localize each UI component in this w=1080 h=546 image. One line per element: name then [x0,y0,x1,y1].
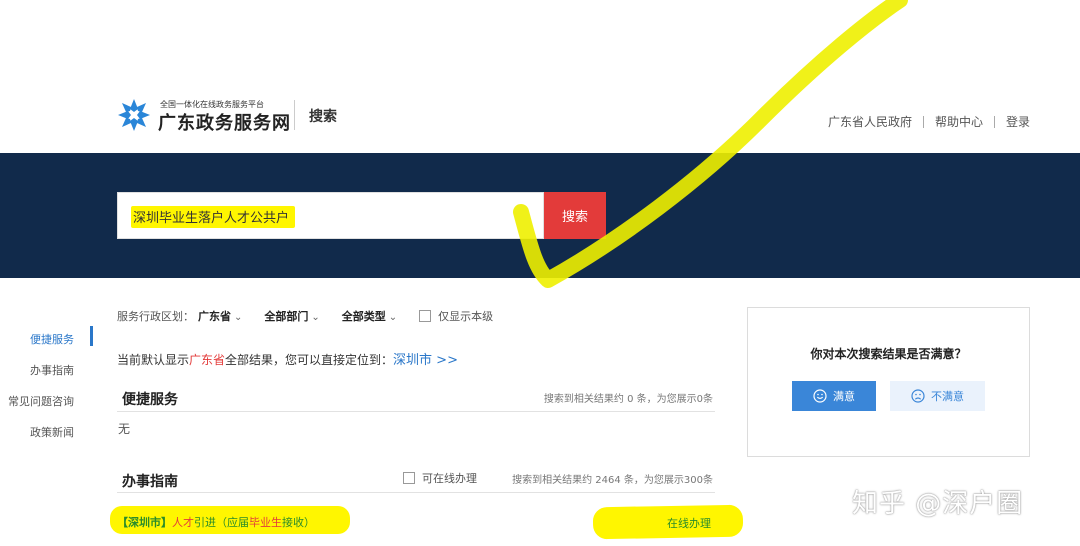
dept-value: 全部部门 [264,310,309,323]
frown-icon [911,389,925,403]
smile-icon [813,389,827,403]
link-login[interactable]: 登录 [1006,113,1030,130]
chevron-down-icon: ⌄ [234,312,243,323]
section-divider [117,411,715,412]
result-middle: 引进（应届 [194,516,249,529]
online-apply-link[interactable]: 在线办理 [667,515,711,531]
location-notice: 当前默认显示广东省全部结果，您可以直接定位到：深圳市 >> [117,349,458,368]
quick-service-title: 便捷服务 [122,392,178,408]
notice-prefix: 当前默认显示 [117,353,190,367]
guide-result-link[interactable]: 【深圳市】人才引进（应届毕业生接收） [117,514,315,530]
result-prefix: 【深圳市】 [117,516,172,529]
chevron-down-icon: ⌄ [388,312,398,323]
page-title: 搜索 [309,109,337,125]
search-banner: 深圳毕业生落户人才公共户 搜索 [0,153,1080,278]
satisfied-label: 满意 [833,390,855,403]
section-divider [117,492,715,493]
only-this-level-label: 仅显示本级 [438,310,494,323]
result-keyword: 人才 [172,516,194,529]
online-only-label: 可在线办理 [422,472,477,485]
nav-item-quick-service[interactable]: 便捷服务 [30,331,74,347]
site-logo-icon[interactable] [117,98,151,132]
result-keyword: 毕业生 [249,516,282,529]
online-filter: 可在线办理 [403,470,477,486]
notice-province: 广东省 [189,353,226,367]
unsatisfied-label: 不满意 [931,390,964,403]
search-button[interactable]: 搜索 [544,192,606,239]
result-suffix: 接收） [282,516,315,529]
quick-service-count: 搜索到相关结果约 0 条，为您展示0条 [543,394,713,405]
chevron-down-icon: ⌄ [311,312,320,323]
satisfied-button[interactable]: 满意 [792,381,876,411]
nav-item-guide[interactable]: 办事指南 [30,362,74,378]
type-dropdown[interactable]: 全部类型 ⌄ [342,308,397,324]
guide-count: 搜索到相关结果约 2464 条，为您展示300条 [512,475,713,486]
filter-bar: 服务行政区划： 广东省 ⌄ 全部部门 ⌄ 全部类型 ⌄ 仅显示本级 [117,308,493,324]
search-input[interactable]: 深圳毕业生落户人才公共户 [117,192,544,239]
link-gov[interactable]: 广东省人民政府 [828,113,912,130]
unsatisfied-button[interactable]: 不满意 [890,381,985,411]
link-help[interactable]: 帮助中心 [935,113,983,130]
link-divider [993,115,995,128]
guide-title: 办事指南 [122,474,178,490]
online-only-checkbox[interactable] [403,472,415,484]
link-divider [922,115,924,128]
region-dropdown[interactable]: 广东省 ⌄ [198,308,242,324]
feedback-panel: 你对本次搜索结果是否满意？ 满意 不满意 [747,307,1030,457]
region-label: 服务行政区划： [117,310,194,323]
feedback-question: 你对本次搜索结果是否满意？ [810,347,967,361]
dept-dropdown[interactable]: 全部部门 ⌄ [264,308,319,324]
nav-active-indicator [90,326,93,346]
watermark-text: 知乎 @深户圈 [852,489,1024,519]
type-value: 全部类型 [341,310,386,323]
region-value: 广东省 [198,310,231,323]
site-header: 全国一体化在线政务服务平台 广东政务服务网 搜索 广东省人民政府 帮助中心 登录 [0,0,1080,153]
top-links: 广东省人民政府 帮助中心 登录 [828,113,1030,130]
nav-item-news[interactable]: 政策新闻 [30,424,74,440]
notice-middle: 全部结果，您可以直接定位到： [225,353,394,367]
header-divider [294,100,295,130]
only-this-level-checkbox[interactable] [419,310,432,322]
city-link[interactable]: 深圳市 >> [393,353,458,368]
logo-title[interactable]: 广东政务服务网 [158,109,291,135]
search-query-text: 深圳毕业生落户人才公共户 [131,206,296,228]
quick-service-empty: 无 [118,422,131,436]
nav-item-faq[interactable]: 常见问题咨询 [8,393,74,409]
